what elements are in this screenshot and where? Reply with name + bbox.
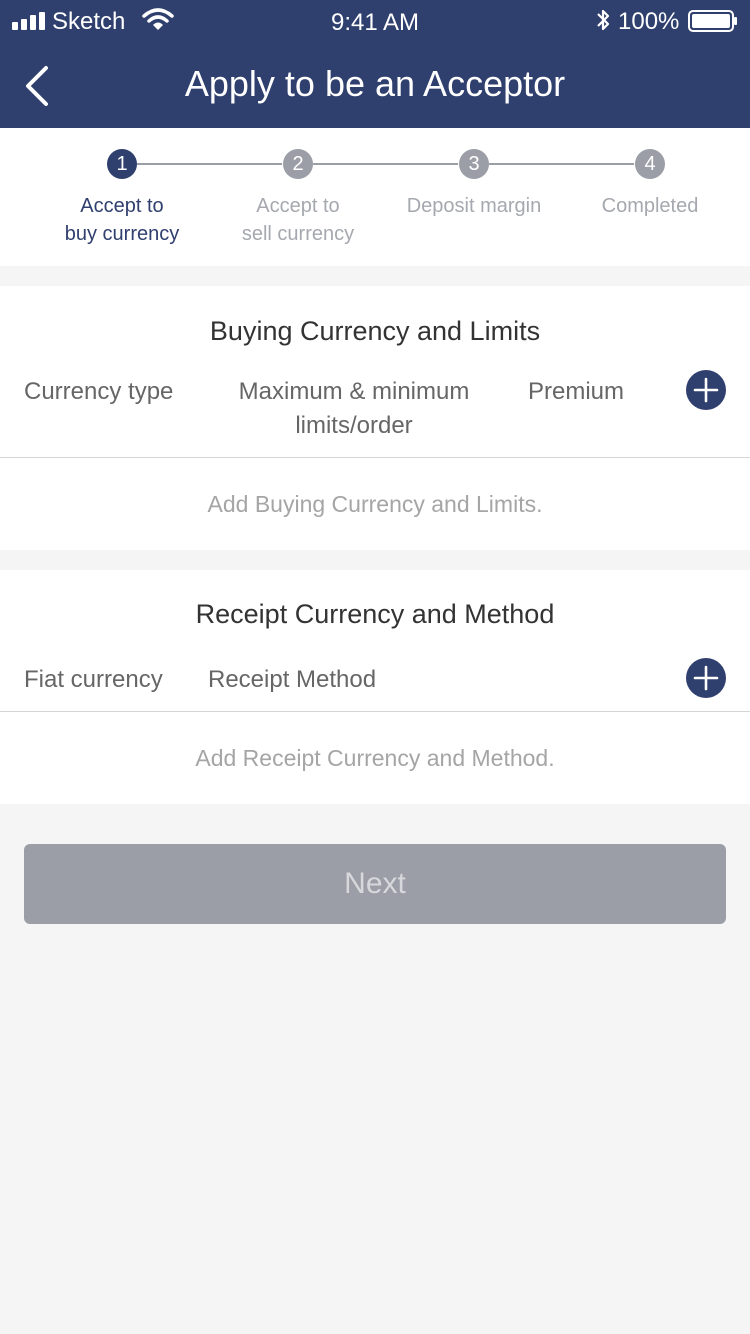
progress-stepper: 1 2 3 4 Accept to buy currency Accept to…	[0, 128, 750, 266]
step-1-label-line1: Accept to	[80, 195, 164, 217]
currency-type-header: Currency type	[24, 378, 174, 405]
battery-icon	[688, 10, 737, 32]
buying-empty-hint: Add Buying Currency and Limits.	[207, 491, 543, 517]
step-3-indicator: 3	[459, 149, 489, 179]
section-divider	[0, 711, 750, 712]
step-2-label-line1: Accept to	[256, 195, 340, 217]
step-2-label-line2: sell currency	[241, 223, 355, 245]
step-2-label: Accept to sell currency	[210, 192, 386, 248]
next-button[interactable]: Next	[24, 844, 726, 924]
navigation-bar: Apply to be an Acceptor	[0, 44, 750, 128]
status-bar: Sketch 9:41 AM 100%	[0, 0, 750, 44]
receipt-section-title: Receipt Currency and Method	[195, 599, 555, 629]
limits-header: Maximum & minimum limits/order	[224, 375, 484, 443]
section-divider	[0, 457, 750, 458]
add-receipt-method-button[interactable]	[686, 658, 726, 698]
premium-header: Premium	[528, 378, 625, 405]
step-4-indicator: 4	[635, 149, 665, 179]
limits-header-line2: limits/order	[295, 412, 413, 439]
battery-percentage: 100%	[618, 8, 680, 35]
step-connector	[137, 163, 282, 165]
step-1-indicator: 1	[107, 149, 137, 179]
page-title: Apply to be an Acceptor	[184, 63, 566, 104]
receipt-currency-section: Receipt Currency and Method Fiat currenc…	[0, 570, 750, 804]
step-1-label-line2: buy currency	[64, 223, 180, 245]
plus-icon	[693, 665, 719, 691]
bluetooth-icon	[597, 9, 610, 31]
receipt-method-header: Receipt Method	[208, 666, 377, 693]
add-buying-currency-button[interactable]	[686, 370, 726, 410]
step-4-label: Completed	[562, 192, 738, 220]
step-connector	[489, 163, 634, 165]
step-2-indicator: 2	[283, 149, 313, 179]
step-3-label: Deposit margin	[386, 192, 562, 220]
step-1-label: Accept to buy currency	[34, 192, 210, 248]
step-connector	[313, 163, 458, 165]
fiat-currency-header: Fiat currency	[24, 666, 163, 693]
step-4-label-line1: Completed	[601, 195, 699, 217]
receipt-empty-hint: Add Receipt Currency and Method.	[195, 745, 555, 771]
step-3-label-line1: Deposit margin	[406, 195, 542, 217]
buying-section-title: Buying Currency and Limits	[209, 316, 541, 346]
buying-currency-section: Buying Currency and Limits Currency type…	[0, 286, 750, 550]
plus-icon	[693, 377, 719, 403]
limits-header-line1: Maximum & minimum	[238, 378, 470, 405]
app-header: Sketch 9:41 AM 100% Apply to be an Accep…	[0, 0, 750, 128]
